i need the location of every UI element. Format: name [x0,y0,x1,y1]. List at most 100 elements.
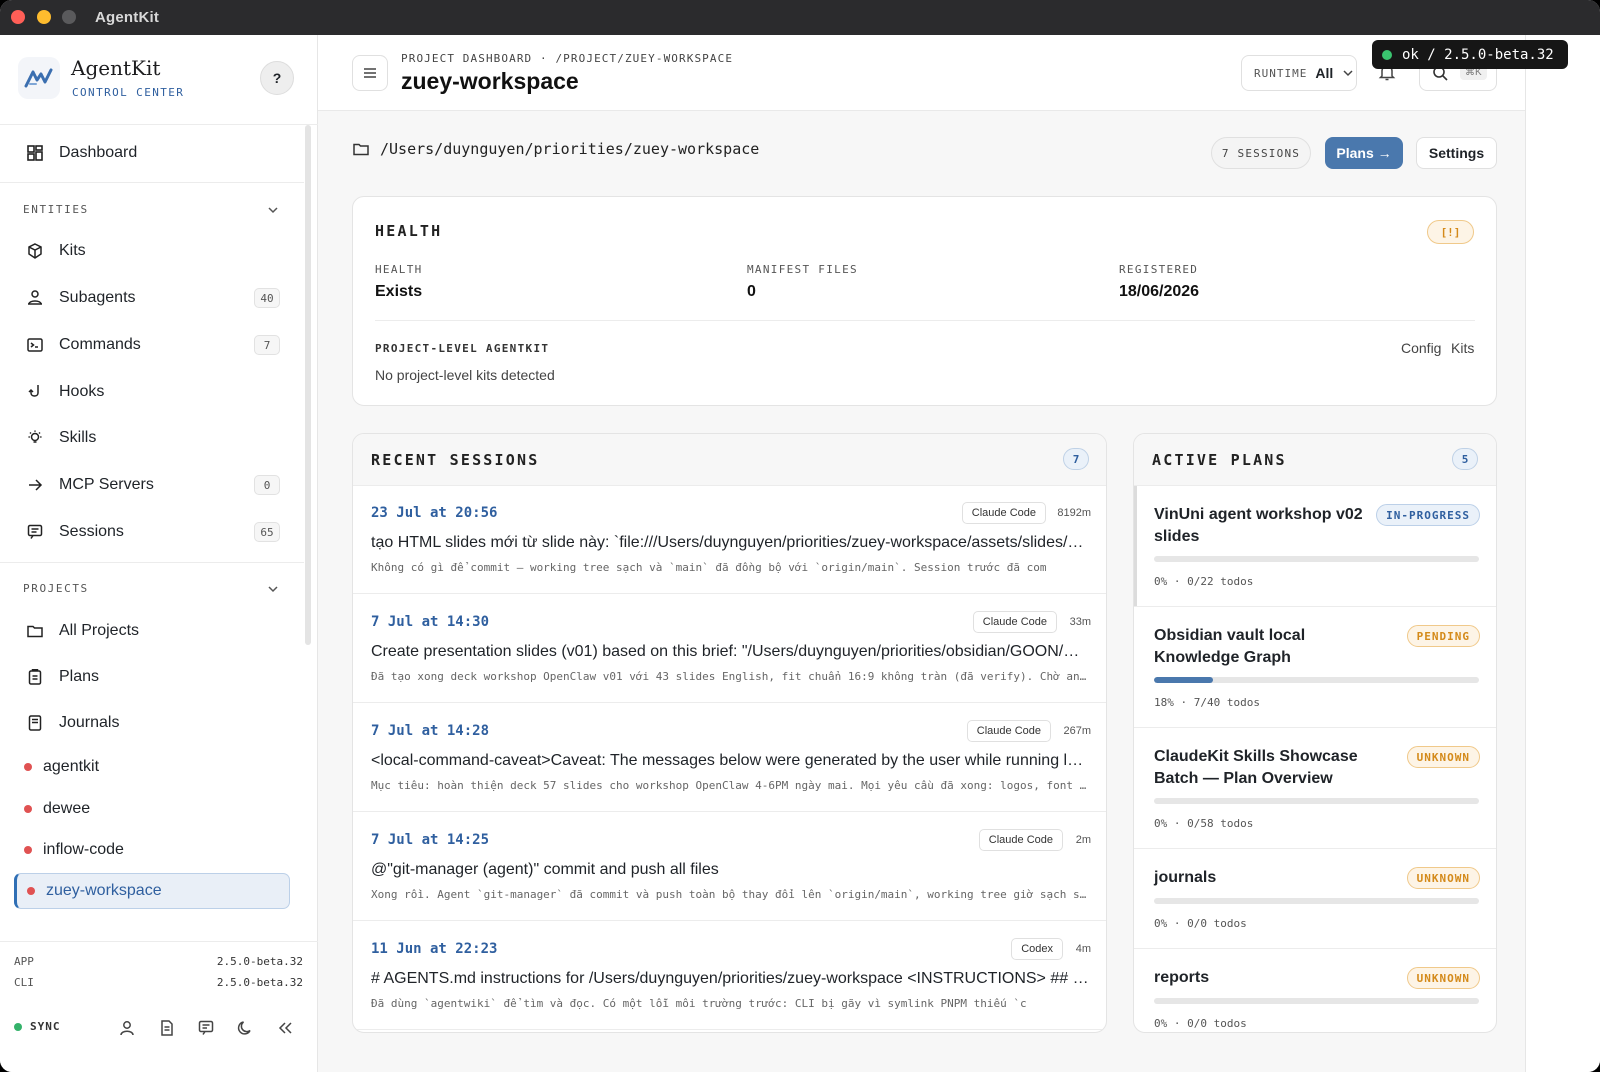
menu-button[interactable] [352,55,388,91]
session-row[interactable]: 7 Jul at 14:30 Claude Code 33m Create pr… [353,595,1106,703]
count-badge: 40 [254,288,280,308]
sidebar-item-commands[interactable]: Commands 7 [14,325,294,365]
kits-link[interactable]: Kits [1451,340,1474,356]
session-row[interactable]: 11 Jun at 22:23 Codex 4m # AGENTS.md ins… [353,922,1106,1030]
user-icon[interactable] [117,1018,137,1038]
cube-icon [24,240,46,262]
sessions-count-badge[interactable]: 7 SESSIONS [1211,137,1311,169]
sidebar-item-kits[interactable]: Kits [14,231,294,271]
plans-button[interactable]: Plans → [1325,137,1403,169]
sidebar-scrollbar[interactable] [305,125,311,645]
plan-meta: 18% · 7/40 todos [1154,696,1260,709]
sidebar-item-label: Plans [59,668,100,685]
plan-row[interactable]: ClaudeKit Skills Showcase Batch — Plan O… [1134,728,1496,849]
sidebar-item-skills[interactable]: Skills [14,418,294,458]
project-item-inflow-code[interactable]: inflow-code [14,832,290,868]
project-status-dot [24,763,32,771]
project-status-dot [27,887,35,895]
app-version-label: APP [14,955,34,968]
cli-version-label: CLI [14,976,34,989]
health-value: Exists [375,283,423,300]
brand-name: AgentKit [71,56,161,80]
project-item-agentkit[interactable]: agentkit [14,749,290,785]
divider [0,182,304,183]
sidebar-item-label: All Projects [59,622,140,639]
moon-icon[interactable] [235,1018,255,1038]
close-window-button[interactable] [11,10,25,24]
plan-status-badge: PENDING [1406,625,1480,647]
session-duration: 8192m [1057,507,1091,519]
runtime-select[interactable]: RUNTIME All [1241,55,1357,91]
window-title: AgentKit [95,9,160,26]
plan-progress-bar [1154,798,1479,804]
plan-row[interactable]: Obsidian vault local Knowledge Graph PEN… [1134,607,1496,728]
project-label: inflow-code [43,841,124,858]
registered-value: 18/06/2026 [1119,283,1200,300]
plan-row[interactable]: VinUni agent workshop v02 slides IN-PROG… [1134,486,1496,607]
sidebar-item-mcp-servers[interactable]: MCP Servers 0 [14,465,294,505]
toast-text: ok / 2.5.0-beta.32 [1402,46,1554,63]
sidebar-item-sessions[interactable]: Sessions 65 [14,512,294,552]
session-message: # AGENTS.md instructions for /Users/duyn… [371,970,1089,987]
session-row[interactable]: 7 Jul at 14:25 Claude Code 2m @"git-mana… [353,813,1106,921]
sync-status[interactable]: SYNC [14,1020,61,1033]
breadcrumb[interactable]: PROJECT DASHBOARD · /PROJECT/ZUEY-WORKSP… [401,52,733,65]
sidebar-item-hooks[interactable]: Hooks [14,372,294,412]
session-duration: 2m [1075,834,1091,846]
sidebar-item-label: Sessions [59,523,124,540]
plan-row[interactable]: journals UNKNOWN 0% · 0/0 todos [1134,849,1496,949]
project-item-zuey-workspace[interactable]: zuey-workspace [14,873,290,909]
manifest-files-label: MANIFEST FILES [747,263,858,276]
plan-progress-bar [1154,898,1479,904]
sidebar: AgentKit CONTROL CENTER ? Dashboard ENTI… [0,35,318,1072]
sidebar-item-label: Commands [59,336,141,353]
message-icon[interactable] [196,1018,216,1038]
dashboard-grid-icon [24,142,46,164]
chevron-down-icon[interactable] [266,203,280,217]
session-date: 7 Jul at 14:25 [371,832,490,848]
sidebar-item-plans[interactable]: Plans [14,657,294,697]
session-row[interactable]: 7 Jul at 14:28 Claude Code 267m <local-c… [353,704,1106,812]
help-button[interactable]: ? [260,61,294,95]
plan-row[interactable]: reports UNKNOWN 0% · 0/0 todos [1134,949,1496,1032]
session-row[interactable]: 23 Jul at 20:56 Claude Code 8192m tạo HT… [353,486,1106,594]
agentkit-logo[interactable] [18,57,60,99]
section-header-entities: ENTITIES [23,203,89,216]
session-date: 23 Jul at 20:56 [371,505,498,521]
settings-button[interactable]: Settings [1416,137,1497,169]
sidebar-item-dashboard[interactable]: Dashboard [14,133,294,173]
lightbulb-icon [24,427,46,449]
plan-title: journals [1154,869,1217,886]
project-item-dewee[interactable]: dewee [14,791,290,827]
collapse-sidebar-icon[interactable] [275,1018,295,1038]
chevron-down-icon [1343,70,1353,77]
right-panel-edge [1525,35,1600,1072]
plan-title: Obsidian vault local Knowledge Graph [1154,627,1306,666]
plan-progress-bar [1154,998,1479,1004]
health-card: HEALTH [!] HEALTH Exists MANIFEST FILES … [352,196,1497,406]
session-message: <local-command-caveat>Caveat: The messag… [371,752,1089,769]
plan-status-badge: UNKNOWN [1406,867,1480,889]
chevron-down-icon[interactable] [266,582,280,596]
status-toast[interactable]: ok / 2.5.0-beta.32 [1372,40,1568,69]
plan-progress-fill [1154,677,1213,683]
project-level-value: No project-level kits detected [375,367,555,383]
document-icon[interactable] [157,1018,177,1038]
zoom-window-button[interactable] [62,10,76,24]
session-date: 7 Jul at 14:30 [371,614,490,630]
session-tool-badge: Claude Code [961,502,1046,524]
terminal-icon [24,334,46,356]
config-link[interactable]: Config [1401,340,1441,356]
session-message: @"git-manager (agent)" commit and push a… [371,861,719,878]
sidebar-item-journals[interactable]: Journals [14,703,294,743]
cli-version-value: 2.5.0-beta.32 [216,976,303,989]
sidebar-item-all-projects[interactable]: All Projects [14,611,294,651]
warning-badge[interactable]: [!] [1427,220,1474,244]
card-title: ACTIVE PLANS [1152,451,1287,469]
card-title: HEALTH [375,222,443,240]
session-message: Create presentation slides (v01) based o… [371,643,1089,660]
plan-status-badge: UNKNOWN [1406,967,1480,989]
hamburger-icon [364,68,376,78]
minimize-window-button[interactable] [37,10,51,24]
sidebar-item-subagents[interactable]: Subagents 40 [14,278,294,318]
